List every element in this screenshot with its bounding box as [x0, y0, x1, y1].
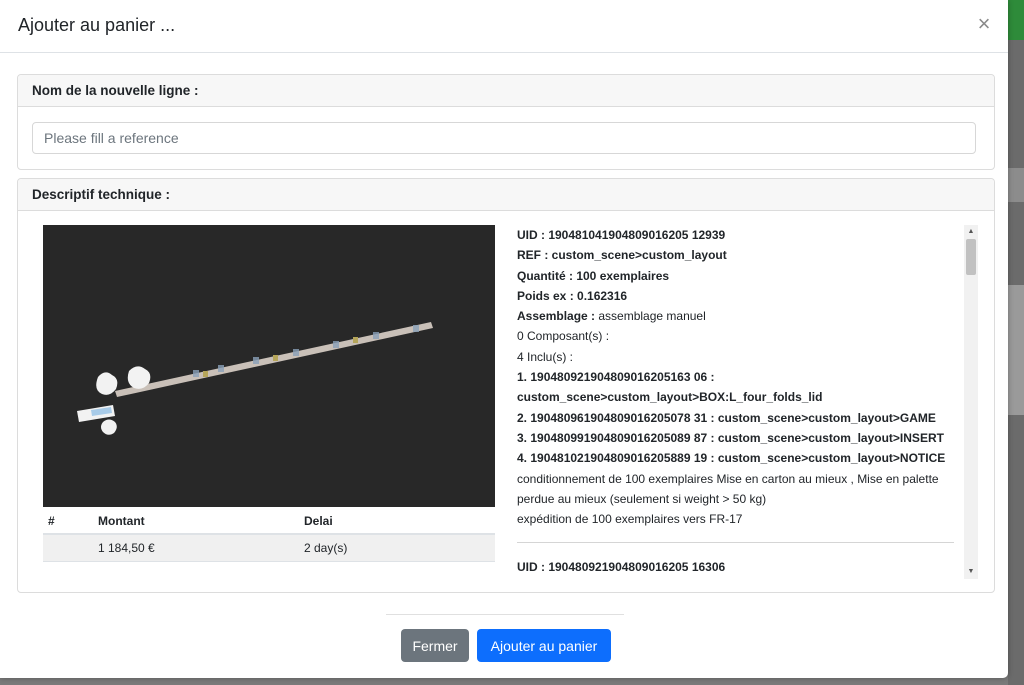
product-preview-image: [43, 225, 495, 507]
background-panel: [1008, 168, 1024, 202]
footer-divider: [386, 614, 624, 615]
cell-delai: 2 day(s): [299, 534, 495, 562]
ref-line: REF : custom_scene>custom_layout: [517, 248, 727, 263]
included-line: 4 Inclu(s) :: [517, 349, 574, 364]
col-header-montant: Montant: [93, 509, 299, 535]
assembly-value: assemblage manuel: [595, 309, 706, 324]
technical-description: UID : 190481041904809016205 12939 REF : …: [517, 225, 957, 579]
price-table: # Montant Delai 1 184,50 € 2 day(s): [43, 509, 495, 562]
reference-input[interactable]: [32, 122, 976, 154]
shipping-line: expédition de 100 exemplaires vers FR-17: [517, 512, 743, 527]
background-green-strip: [1008, 0, 1024, 40]
cell-number: [43, 534, 93, 562]
col-header-number: #: [43, 509, 93, 535]
assembly-label: Assemblage :: [517, 309, 596, 324]
included-item-1: 1. 190480921904809016205163 06 : custom_…: [517, 370, 823, 405]
technical-card: Descriptif technique : # Montant Delai 1…: [17, 178, 995, 593]
modal-title: Ajouter au panier ...: [18, 15, 176, 35]
close-button[interactable]: Fermer: [401, 629, 469, 662]
quantity-line: Quantité : 100 exemplaires: [517, 268, 670, 283]
cell-montant: 1 184,50 €: [93, 534, 299, 562]
col-header-delai: Delai: [299, 509, 495, 535]
uid-line: UID : 190481041904809016205 12939: [517, 228, 726, 242]
scroll-thumb[interactable]: [966, 239, 976, 275]
modal-header: Ajouter au panier ... ×: [0, 0, 1008, 53]
components-line: 0 Composant(s) :: [517, 329, 610, 344]
included-item-2: 2. 190480961904809016205078 31 : custom_…: [517, 410, 936, 425]
technical-header: Descriptif technique :: [18, 179, 994, 211]
new-line-card: Nom de la nouvelle ligne :: [17, 74, 995, 170]
scroll-up-icon[interactable]: ▲: [967, 228, 975, 236]
close-icon[interactable]: ×: [972, 12, 996, 36]
add-to-cart-button[interactable]: Ajouter au panier: [477, 629, 611, 662]
weight-line: Poids ex : 0.162316: [517, 288, 628, 303]
new-line-header: Nom de la nouvelle ligne :: [18, 75, 994, 107]
background-box: [1008, 285, 1024, 415]
packaging-line: conditionnement de 100 exemplaires Mise …: [517, 471, 939, 506]
divider: [517, 542, 954, 544]
description-scrollbar[interactable]: ▲ ▼: [964, 225, 978, 579]
included-item-3: 3. 190480991904809016205089 87 : custom_…: [517, 430, 944, 445]
add-to-cart-modal: Ajouter au panier ... × Nom de la nouvel…: [0, 0, 1008, 678]
included-item-4: 4. 190481021904809016205889 19 : custom_…: [517, 451, 946, 466]
next-uid-line: UID : 190480921904809016205 16306: [517, 560, 726, 575]
scroll-down-icon[interactable]: ▼: [967, 568, 975, 576]
table-row: 1 184,50 € 2 day(s): [43, 534, 495, 562]
